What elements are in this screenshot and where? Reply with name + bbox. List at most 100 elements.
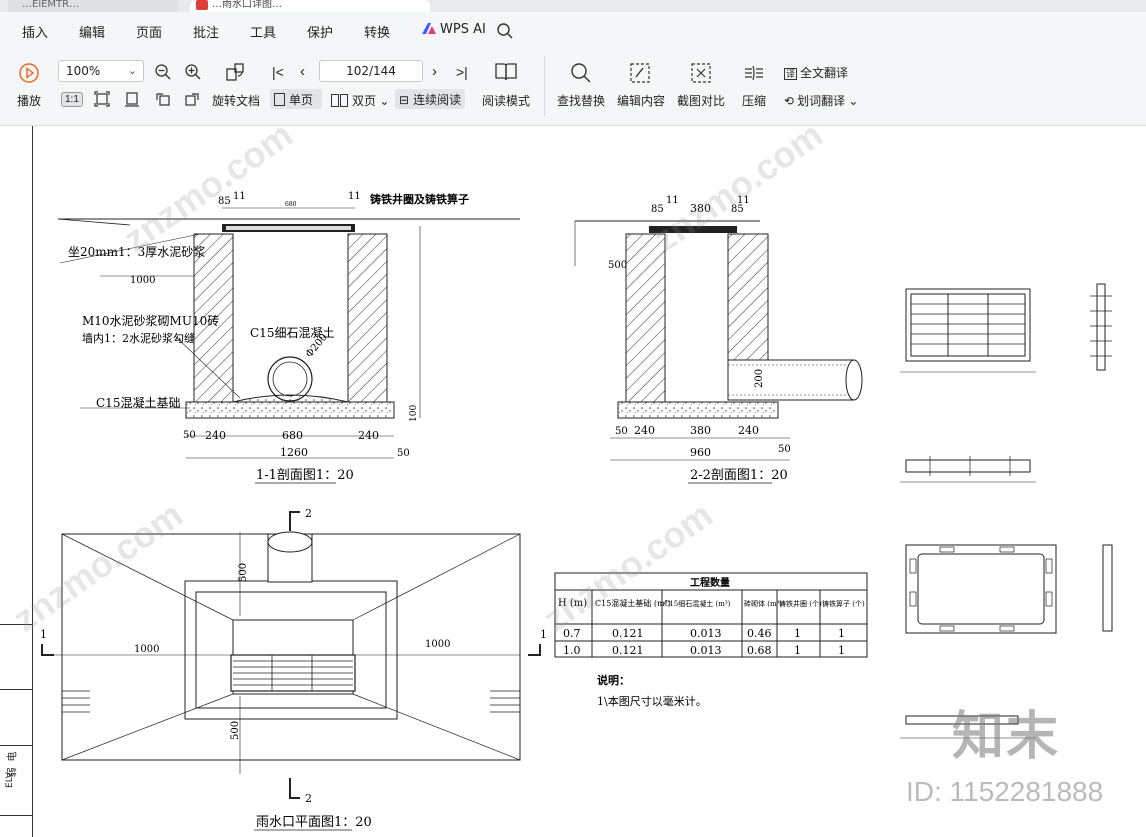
menu-insert[interactable]: 插入: [22, 22, 48, 41]
search-icon[interactable]: [496, 22, 514, 40]
toolbar-separator: [544, 56, 545, 116]
edit-content-icon[interactable]: [628, 61, 652, 85]
edit-content-button[interactable]: 编辑内容: [617, 92, 665, 109]
notes-line: 1\本图尺寸以毫米计。: [597, 694, 707, 708]
dim-label: 200: [754, 369, 765, 388]
table-header: C15细石混凝土 (m³): [664, 599, 731, 608]
last-page-icon[interactable]: >|: [456, 64, 468, 80]
notes: 说明： 1\本图尺寸以毫米计。: [597, 673, 707, 708]
dim-label: 11: [348, 191, 361, 202]
tab-current[interactable]: …雨水口详图…: [190, 0, 430, 12]
tab-previous[interactable]: …ElEMTR…: [8, 0, 178, 12]
word-translate-icon: ⟲: [784, 94, 795, 108]
find-replace-icon[interactable]: [569, 61, 593, 85]
rotate-document-icon[interactable]: [224, 61, 246, 83]
section-1-1: 85 11 680 11 铸铁井圈及铸铁箅子 坐20mm1：3厚水泥砂浆 100…: [57, 191, 520, 484]
zoom-out-icon[interactable]: [154, 63, 172, 81]
rotate-document-button[interactable]: 旋转文档: [212, 92, 260, 109]
table-cell: 1: [794, 627, 801, 640]
table-cell: 1: [838, 644, 845, 657]
browser-tab-strip: …ElEMTR… …雨水口详图…: [0, 0, 1146, 12]
table-cell: 1: [794, 644, 801, 657]
play-button-label[interactable]: 播放: [17, 92, 41, 109]
page-number-input[interactable]: 102/144: [319, 60, 423, 82]
dim-label: 1000: [134, 644, 159, 655]
menu-tools[interactable]: 工具: [250, 22, 276, 41]
dim-label: 240: [205, 429, 226, 442]
table-header: H (m): [558, 598, 587, 609]
fit-page-icon[interactable]: [94, 91, 110, 107]
dim-label: 50: [183, 430, 196, 441]
first-page-icon[interactable]: |<: [272, 64, 284, 80]
dim-label: 85: [218, 196, 231, 207]
single-page-icon: [274, 93, 285, 106]
quantity-table: 工程数量 H (m) C15混凝土基础 (m³) C15细石混凝土 (m³) 砖…: [554, 572, 868, 658]
table-cell: 1: [838, 627, 845, 640]
dim-label: 11: [666, 195, 679, 206]
menu-edit[interactable]: 编辑: [79, 22, 105, 41]
next-page-icon[interactable]: ›: [432, 63, 437, 80]
table-header: 铸铁箅子 (个): [822, 599, 865, 608]
zoom-select[interactable]: 100% ⌄: [58, 60, 144, 82]
table-cell: 0.013: [690, 627, 722, 640]
menu-page[interactable]: 页面: [136, 22, 162, 41]
dim-label: 240: [634, 424, 655, 437]
dim-label: 50: [397, 448, 410, 459]
menu-wps-ai[interactable]: WPS AI: [422, 22, 486, 37]
toolbar: 播放 100% ⌄ |< ‹ 102/144 › >| 1:1 旋转文档 单页 双…: [0, 50, 1146, 126]
dim-label: 50: [778, 444, 791, 455]
wall-label: 墙内1：2水泥砂浆勾缝: [82, 331, 195, 345]
reading-mode-icon[interactable]: [494, 61, 518, 83]
table-title: 工程数量: [690, 576, 730, 589]
dim-label: 1260: [280, 446, 308, 459]
translate-icon: 译: [784, 68, 798, 80]
dim-label: 680: [282, 429, 303, 442]
screenshot-compare-button[interactable]: 截图对比: [677, 92, 725, 109]
fit-width-icon[interactable]: [124, 91, 140, 107]
dim-label: 50: [615, 426, 628, 437]
table-header: 铸铁井圈 (个): [779, 599, 822, 608]
previous-page-icon[interactable]: ‹: [300, 63, 305, 80]
table-cell: 0.013: [690, 644, 722, 657]
chevron-down-icon: ⌄: [127, 64, 137, 77]
reading-mode-button[interactable]: 阅读模式: [482, 92, 530, 109]
menu-protect[interactable]: 保护: [307, 22, 333, 41]
rotate-right-icon[interactable]: [184, 91, 200, 107]
play-icon[interactable]: [18, 62, 40, 84]
continuous-reading-button[interactable]: ⊟ 连续阅读: [395, 89, 466, 109]
wps-ai-label: WPS AI: [440, 22, 486, 37]
base-label: C15混凝土基础: [96, 395, 180, 410]
section-2-2-title: 2-2剖面图1：20: [690, 468, 788, 483]
double-page-button[interactable]: 双页 ⌄: [331, 92, 389, 109]
menu-convert[interactable]: 转换: [364, 22, 390, 41]
wall-label: M10水泥砂浆砌MU10砖: [82, 313, 219, 328]
screenshot-compare-icon[interactable]: [689, 61, 713, 85]
section-mark: 1: [540, 628, 547, 641]
full-translate-button[interactable]: 译全文翻译: [784, 64, 848, 81]
compress-icon[interactable]: [742, 61, 766, 85]
continuous-reading-label: 连续阅读: [413, 93, 462, 107]
menu-bar: 插入 编辑 页面 批注 工具 保护 转换 WPS AI: [0, 12, 1146, 50]
section-2-2: 85 11 380 85 11 500 200 50 240 380 240 9…: [574, 195, 863, 484]
rotate-left-icon[interactable]: [155, 91, 171, 107]
tab-current-label: …雨水口详图…: [212, 0, 282, 10]
dim-label: 240: [358, 429, 379, 442]
dim-label: 960: [690, 446, 711, 459]
continuous-reading-icon: ⊟: [399, 93, 410, 107]
word-translate-button[interactable]: ⟲ 划词翻译 ⌄: [784, 92, 858, 109]
plan-title: 雨水口平面图1：20: [256, 815, 372, 830]
dim-label: 100: [409, 405, 419, 422]
zoom-in-icon[interactable]: [184, 63, 202, 81]
dim-label: 1000: [425, 639, 450, 650]
notes-heading: 说明：: [597, 673, 630, 687]
menu-annotate[interactable]: 批注: [193, 22, 219, 41]
document-viewport[interactable]: 弱 电 ELV 85 11 680 11 铸铁井圈及铸铁箅子 坐20mm1：3厚…: [0, 114, 1146, 837]
compress-button[interactable]: 压缩: [742, 92, 766, 109]
full-translate-label: 全文翻译: [800, 66, 849, 80]
single-page-button[interactable]: 单页: [270, 89, 322, 109]
brand-watermark: 知末: [952, 709, 1061, 766]
table-header: 砖砌体 (m³): [744, 599, 782, 608]
find-replace-button[interactable]: 查找替换: [557, 92, 605, 109]
actual-size-button[interactable]: 1:1: [61, 92, 83, 107]
double-page-label: 双页: [352, 94, 377, 108]
